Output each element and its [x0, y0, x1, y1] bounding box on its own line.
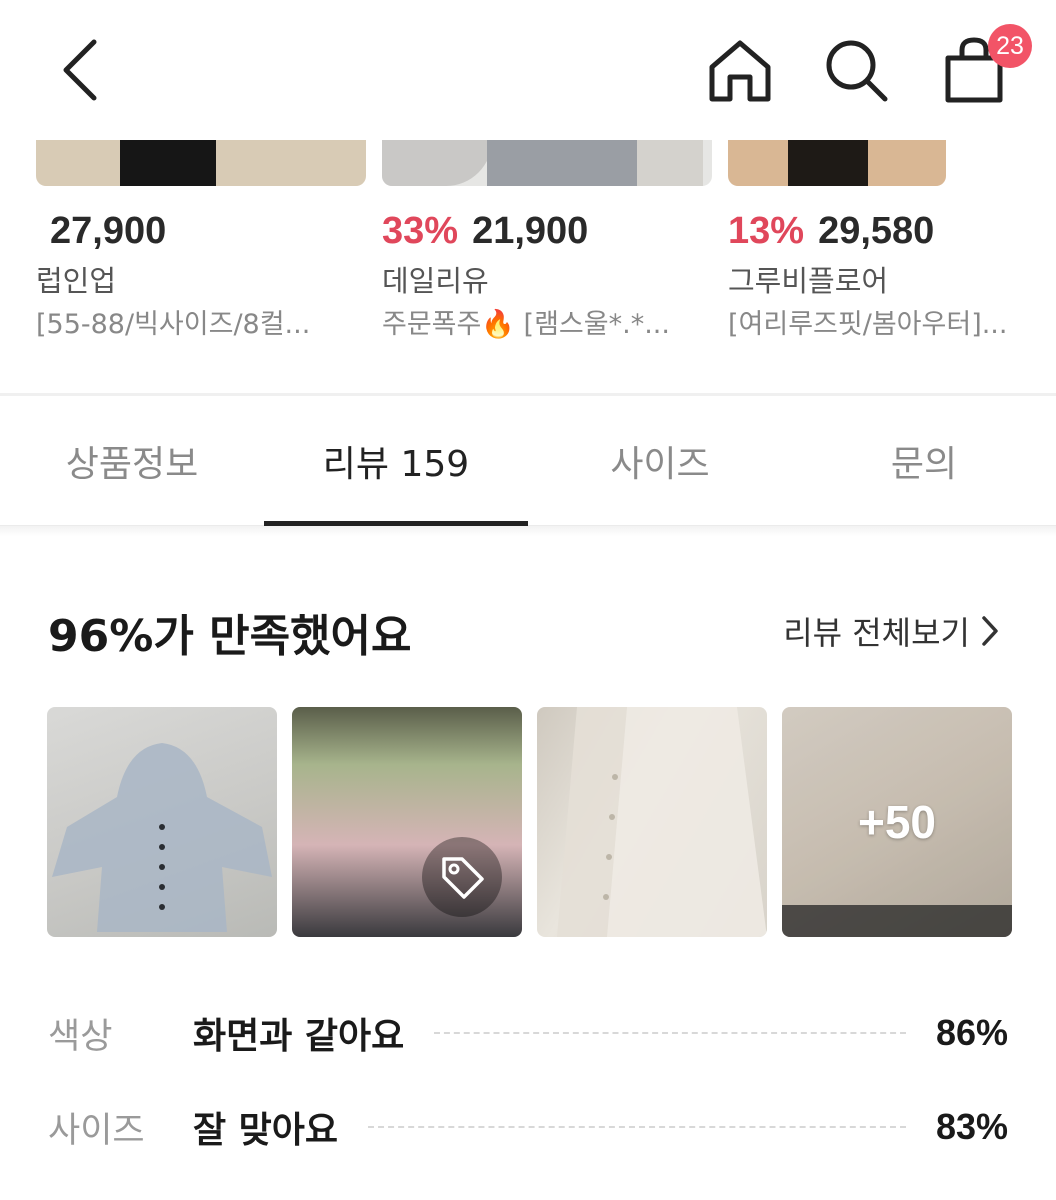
product-description: [여리루즈핏/봄아우터]...	[728, 309, 1008, 340]
price-row: 13% 29,580	[728, 208, 1056, 254]
stat-category: 사이즈	[48, 1110, 145, 1151]
search-icon	[826, 40, 888, 102]
tab-shadow	[0, 526, 1056, 536]
review-photo-more[interactable]: +50	[782, 707, 1012, 937]
dotted-leader	[368, 1126, 906, 1128]
tab-inquiry[interactable]: 문의	[792, 396, 1056, 526]
stat-row-color: 색상 화면과 같아요 86%	[48, 1008, 1008, 1058]
discount-rate: 13%	[728, 209, 805, 252]
product-tag-button[interactable]	[422, 837, 502, 917]
stat-percent: 83%	[935, 1106, 1008, 1147]
tab-reviews[interactable]: 리뷰 159	[264, 396, 528, 526]
price-row: 33% 21,900	[382, 208, 712, 254]
product-description: [55-88/빅사이즈/8컬...	[36, 309, 311, 340]
product-description: 주문폭주🔥 [램스울*.*...	[382, 309, 670, 340]
related-products: 27,900 럽인업 [55-88/빅사이즈/8컬... 33% 21,900 …	[0, 140, 1056, 395]
brand-name: 그루비플로어	[728, 264, 889, 298]
view-all-label: 리뷰 전체보기	[783, 614, 970, 652]
chevron-left-icon	[63, 39, 97, 101]
review-photo[interactable]	[537, 707, 767, 937]
tab-size[interactable]: 사이즈	[528, 396, 792, 526]
hoodie-photo-art	[52, 743, 272, 932]
chevron-right-icon	[982, 616, 998, 646]
product-card[interactable]: 33% 21,900 데일리유 주문폭주🔥 [램스울*.*...	[382, 140, 712, 341]
cart-count-badge: 23	[988, 24, 1032, 68]
stat-percent: 86%	[935, 1012, 1008, 1053]
review-satisfaction-title: 96%가 만족했어요	[48, 611, 412, 662]
cardigan-photo-art	[557, 707, 767, 937]
view-all-reviews-link[interactable]: 리뷰 전체보기	[783, 608, 1000, 654]
top-app-bar: 23	[0, 0, 1056, 140]
product-card[interactable]: 13% 29,580 그루비플로어 [여리루즈핏/봄아우터]...	[728, 140, 1056, 341]
product-thumbnail	[728, 140, 946, 186]
product-thumbnail	[36, 140, 366, 186]
home-icon	[709, 40, 771, 102]
stat-value: 화면과 같아요	[193, 1016, 405, 1057]
price: 29,580	[818, 209, 935, 252]
detail-tabs: 상품정보 리뷰 159 사이즈 문의	[0, 396, 1056, 526]
home-button[interactable]	[700, 30, 780, 110]
price: 21,900	[472, 209, 589, 252]
search-button[interactable]	[816, 30, 896, 110]
brand-name: 럽인업	[36, 264, 117, 298]
brand-name: 데일리유	[382, 264, 489, 298]
product-card[interactable]: 27,900 럽인업 [55-88/빅사이즈/8컬...	[36, 140, 366, 341]
back-button[interactable]	[48, 32, 112, 108]
product-thumbnail	[382, 140, 712, 186]
review-photo[interactable]	[47, 707, 277, 937]
discount-rate: 33%	[382, 209, 459, 252]
tab-product-info[interactable]: 상품정보	[0, 396, 264, 526]
stat-value: 잘 맞아요	[193, 1110, 339, 1151]
stat-category: 색상	[48, 1016, 113, 1057]
dotted-leader	[434, 1032, 906, 1034]
stat-row-size: 사이즈 잘 맞아요 83%	[48, 1102, 1008, 1152]
price-row: 27,900	[36, 208, 366, 254]
more-photos-count: +50	[782, 707, 1012, 937]
review-photo[interactable]	[292, 707, 522, 937]
price: 27,900	[50, 209, 167, 252]
review-photo-grid: +50	[47, 707, 1012, 937]
tag-icon	[442, 857, 484, 899]
